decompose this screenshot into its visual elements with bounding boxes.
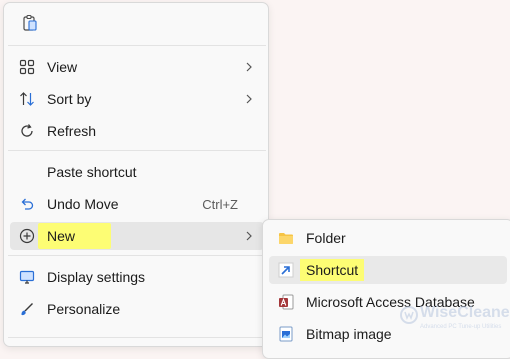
watermark-subtitle: Advanced PC Tune-up Utilities	[420, 324, 502, 330]
menu-item-label: Display settings	[47, 269, 146, 285]
folder-icon	[278, 230, 294, 246]
menu-item-label: New	[47, 228, 76, 244]
shortcut-icon	[278, 262, 294, 278]
bitmap-icon	[278, 326, 294, 342]
menu-item-label: Personalize	[47, 301, 121, 317]
wisecleaner-watermark: WiseCleaner Advanced PC Tune-up Utilitie…	[398, 300, 510, 340]
menu-item-paste-shortcut[interactable]: Paste shortcut	[10, 158, 264, 186]
menu-item-display-settings[interactable]: Display settings	[10, 263, 264, 291]
menu-item-refresh[interactable]: Refresh	[10, 117, 264, 145]
menu-item-label: View	[47, 59, 78, 75]
grid-icon	[19, 59, 35, 75]
brush-icon	[19, 301, 35, 317]
access-database-icon	[278, 294, 294, 310]
submenu-item-label: Folder	[306, 230, 346, 246]
menu-item-new[interactable]: New	[10, 222, 264, 250]
chevron-right-icon	[244, 229, 254, 243]
display-icon	[19, 269, 35, 285]
menu-item-view[interactable]: View	[10, 53, 264, 81]
menu-separator	[8, 337, 266, 338]
submenu-item-label: Shortcut	[300, 259, 365, 281]
menu-item-label: Undo Move	[47, 196, 119, 212]
submenu-item-folder[interactable]: Folder	[269, 224, 507, 252]
menu-separator	[8, 150, 266, 151]
context-menu: View Sort by Refresh Paste shortcut Undo…	[3, 2, 269, 347]
plus-circle-icon	[19, 228, 35, 244]
menu-item-personalize[interactable]: Personalize	[10, 295, 264, 323]
paste-icon[interactable]	[21, 14, 39, 32]
wisecleaner-logo-icon	[400, 306, 418, 324]
undo-icon	[19, 196, 35, 212]
chevron-right-icon	[244, 60, 254, 74]
menu-separator	[8, 45, 266, 46]
submenu-item-shortcut[interactable]: Shortcut	[269, 256, 507, 284]
menu-item-label: Refresh	[47, 123, 97, 139]
shortcut-key-label: Ctrl+Z	[202, 196, 238, 212]
refresh-icon	[19, 123, 35, 139]
menu-item-label: Paste shortcut	[47, 164, 137, 180]
menu-separator	[8, 255, 266, 256]
menu-item-label: Sort by	[47, 91, 92, 107]
chevron-right-icon	[244, 92, 254, 106]
menu-item-sort-by[interactable]: Sort by	[10, 85, 264, 113]
watermark-title: WiseCleaner	[420, 304, 510, 321]
submenu-item-label: Bitmap image	[306, 326, 392, 342]
sort-icon	[19, 91, 35, 107]
menu-item-undo-move[interactable]: Undo Move Ctrl+Z	[10, 190, 264, 218]
